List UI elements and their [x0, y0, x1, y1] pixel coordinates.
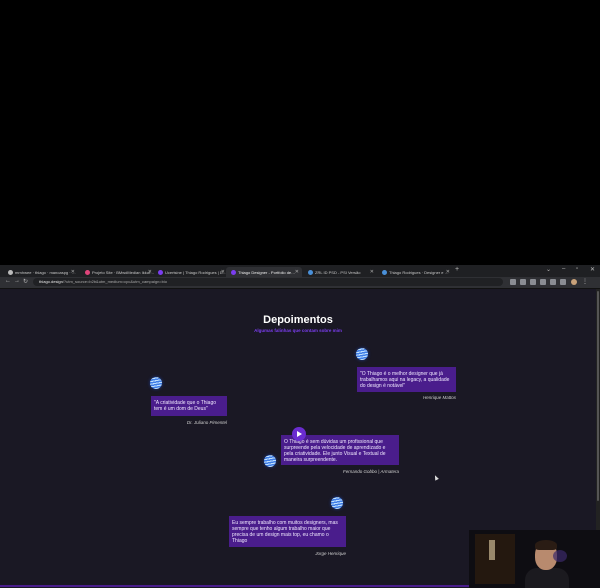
- webcam-purple-light: [553, 550, 567, 562]
- mouse-cursor-icon: [433, 474, 439, 481]
- planet-orb-icon: [356, 348, 368, 360]
- back-button[interactable]: ←: [5, 278, 11, 284]
- planet-orb-icon: [264, 455, 276, 467]
- scrollbar-thumb[interactable]: [597, 291, 599, 501]
- tab-label: mrnhwee · thiago · manoaspg · …: [15, 269, 76, 275]
- section-title: Depoimentos: [263, 314, 333, 326]
- tab-favicon-icon: [8, 269, 13, 275]
- browser-tab[interactable]: Thiago Rodrigues · Designer e … ✕: [377, 267, 453, 277]
- extension-icon[interactable]: [510, 279, 516, 285]
- extensions-puzzle-icon[interactable]: [560, 279, 566, 285]
- testimonial-quote: "O Thiago é o melhor designer que já tra…: [357, 367, 456, 392]
- profile-avatar[interactable]: [571, 279, 577, 285]
- close-tab-icon[interactable]: ✕: [370, 269, 374, 275]
- url-path: /?utm_source=b2b&utm_medium=cpc&utm_camp…: [62, 279, 167, 284]
- tab-favicon-icon: [308, 269, 313, 275]
- maximize-button[interactable]: ▫: [576, 266, 578, 272]
- close-window-button[interactable]: ✕: [590, 266, 595, 273]
- browser-tab[interactable]: Projeto Site · BMwdMedian Ikkur… ✕: [80, 267, 155, 277]
- minimize-button[interactable]: –: [562, 266, 565, 272]
- browser-tab[interactable]: mrnhwee · thiago · manoaspg · … ✕: [3, 267, 78, 277]
- close-tab-icon[interactable]: ✕: [446, 269, 450, 275]
- play-video-button[interactable]: [292, 427, 306, 441]
- address-toolbar: ← → ↻ thiago.design/?utm_source=b2b&utm_…: [0, 277, 600, 289]
- webcam-person-body: [525, 568, 569, 588]
- extension-icon[interactable]: [530, 279, 536, 285]
- close-tab-icon[interactable]: ✕: [221, 269, 225, 275]
- tab-favicon-icon: [231, 269, 236, 275]
- testimonial-quote: "A criatividade que o Thiago tem é um do…: [151, 396, 227, 416]
- testimonial-quote: Eu sempre trabalho com muitos designers,…: [229, 516, 346, 547]
- tab-label: Ucertsine | Thiago Rodrigues | D…: [165, 269, 227, 275]
- tab-label: ZRL ID PSD - PSI Versão: [315, 269, 361, 275]
- close-tab-icon[interactable]: ✕: [295, 269, 299, 275]
- extension-icon[interactable]: [550, 279, 556, 285]
- tab-label: Projeto Site · BMwdMedian Ikkur…: [92, 269, 155, 275]
- webcam-background-light: [489, 540, 495, 560]
- testimonial-author: Dr. Juliano Pimentel: [186, 420, 227, 425]
- extension-icon[interactable]: [520, 279, 526, 285]
- reload-button[interactable]: ↻: [23, 278, 28, 285]
- browser-tab-bar: mrnhwee · thiago · manoaspg · … ✕ Projet…: [0, 265, 600, 277]
- browser-tab[interactable]: ZRL ID PSD - PSI Versão ✕: [303, 267, 377, 277]
- close-tab-icon[interactable]: ✕: [71, 269, 75, 275]
- browser-tab-active[interactable]: Thiago Designer - Portfolio de… ✕: [226, 267, 302, 277]
- url-host: thiago.design: [39, 279, 63, 284]
- forward-button[interactable]: →: [14, 278, 20, 284]
- close-tab-icon[interactable]: ✕: [148, 269, 152, 275]
- tab-label: Thiago Rodrigues · Designer e …: [389, 269, 449, 275]
- planet-orb-icon: [331, 497, 343, 509]
- testimonial-author: Henrique Mattos: [422, 395, 456, 400]
- tab-favicon-icon: [382, 269, 387, 275]
- tab-favicon-icon: [158, 269, 163, 275]
- planet-orb-icon: [150, 377, 162, 389]
- tab-search-icon[interactable]: ⌄: [546, 266, 551, 273]
- testimonial-author: Fernando Gobbo | Armatera: [342, 469, 399, 474]
- menu-kebab-icon[interactable]: ⋮: [582, 279, 588, 285]
- new-tab-button[interactable]: +: [455, 266, 459, 273]
- browser-tab[interactable]: Ucertsine | Thiago Rodrigues | D… ✕: [153, 267, 228, 277]
- tab-label: Thiago Designer - Portfolio de…: [238, 269, 296, 275]
- tab-favicon-icon: [85, 269, 90, 275]
- url-input[interactable]: thiago.design/?utm_source=b2b&utm_medium…: [33, 278, 503, 286]
- section-subtitle: Algumas falinhas que contam sobre mim: [254, 328, 342, 333]
- webcam-person-hair: [535, 540, 557, 550]
- extension-icon[interactable]: [540, 279, 546, 285]
- webcam-background-shelf: [475, 534, 515, 584]
- testimonial-author: Jorge Henrique: [315, 551, 346, 556]
- webcam-overlay: [469, 530, 600, 588]
